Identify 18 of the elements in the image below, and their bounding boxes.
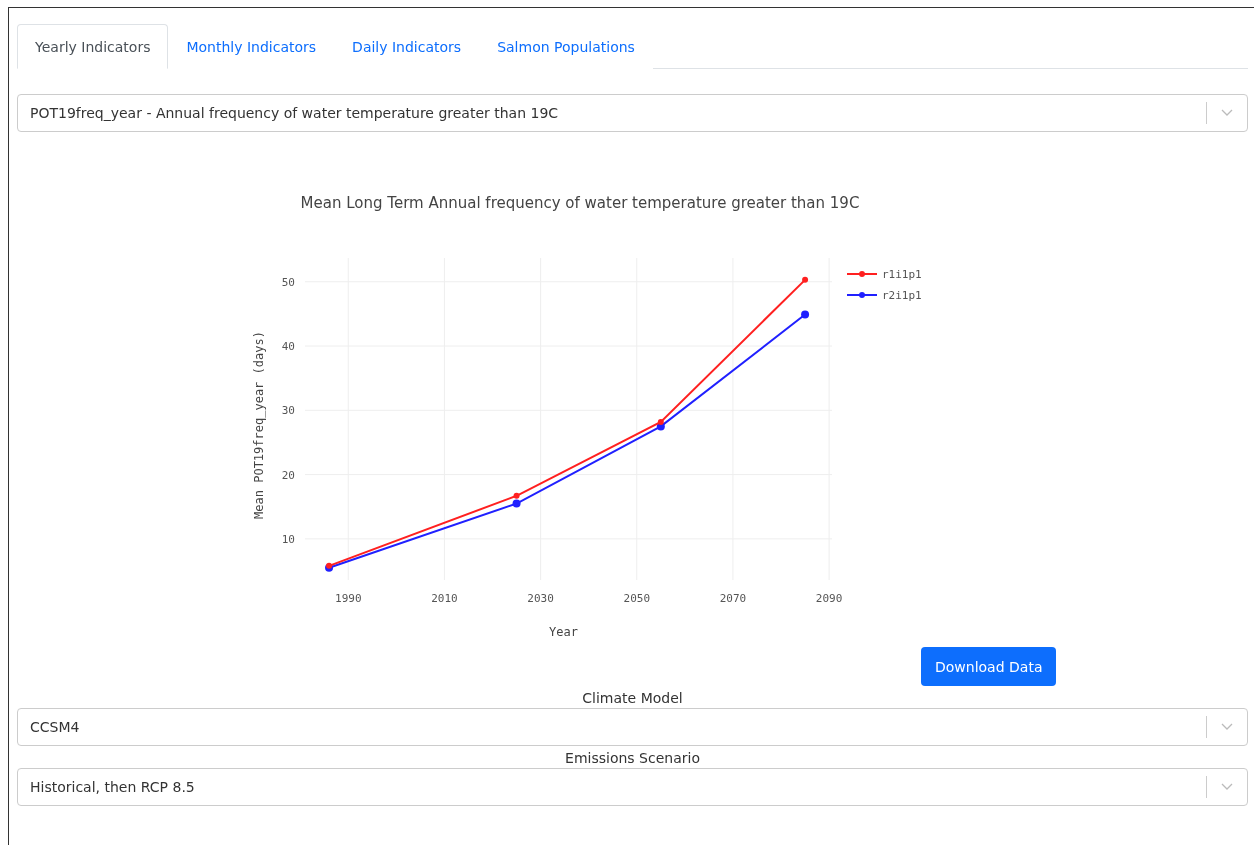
y-tick-label: 10 [281, 532, 295, 546]
select-label: Emissions Scenario [564, 749, 701, 767]
x-axis-title: Year [549, 625, 578, 639]
x-tick-label: 1990 [335, 592, 362, 605]
x-tick-label: 2050 [623, 592, 651, 605]
legend-label: r1i1p1 [882, 268, 922, 281]
y-tick-label: 50 [281, 275, 295, 289]
select-label: Climate Model [581, 689, 684, 707]
x-tick-label: 2070 [719, 592, 747, 605]
x-tick-label: 2030 [527, 592, 554, 605]
y-tick-label: 40 [281, 340, 295, 354]
y-tick-label: 30 [281, 404, 295, 418]
legend-label: r2i1p1 [882, 289, 922, 302]
chart-title: Mean Long Term Annual frequency of water temperature greater than 19C [300, 194, 860, 212]
x-tick-label: 2010 [431, 592, 458, 605]
y-tick-label: 20 [281, 468, 295, 482]
y-axis-title: Mean POT19freq_year (days) [252, 331, 266, 519]
x-tick-label: 2090 [815, 592, 843, 605]
